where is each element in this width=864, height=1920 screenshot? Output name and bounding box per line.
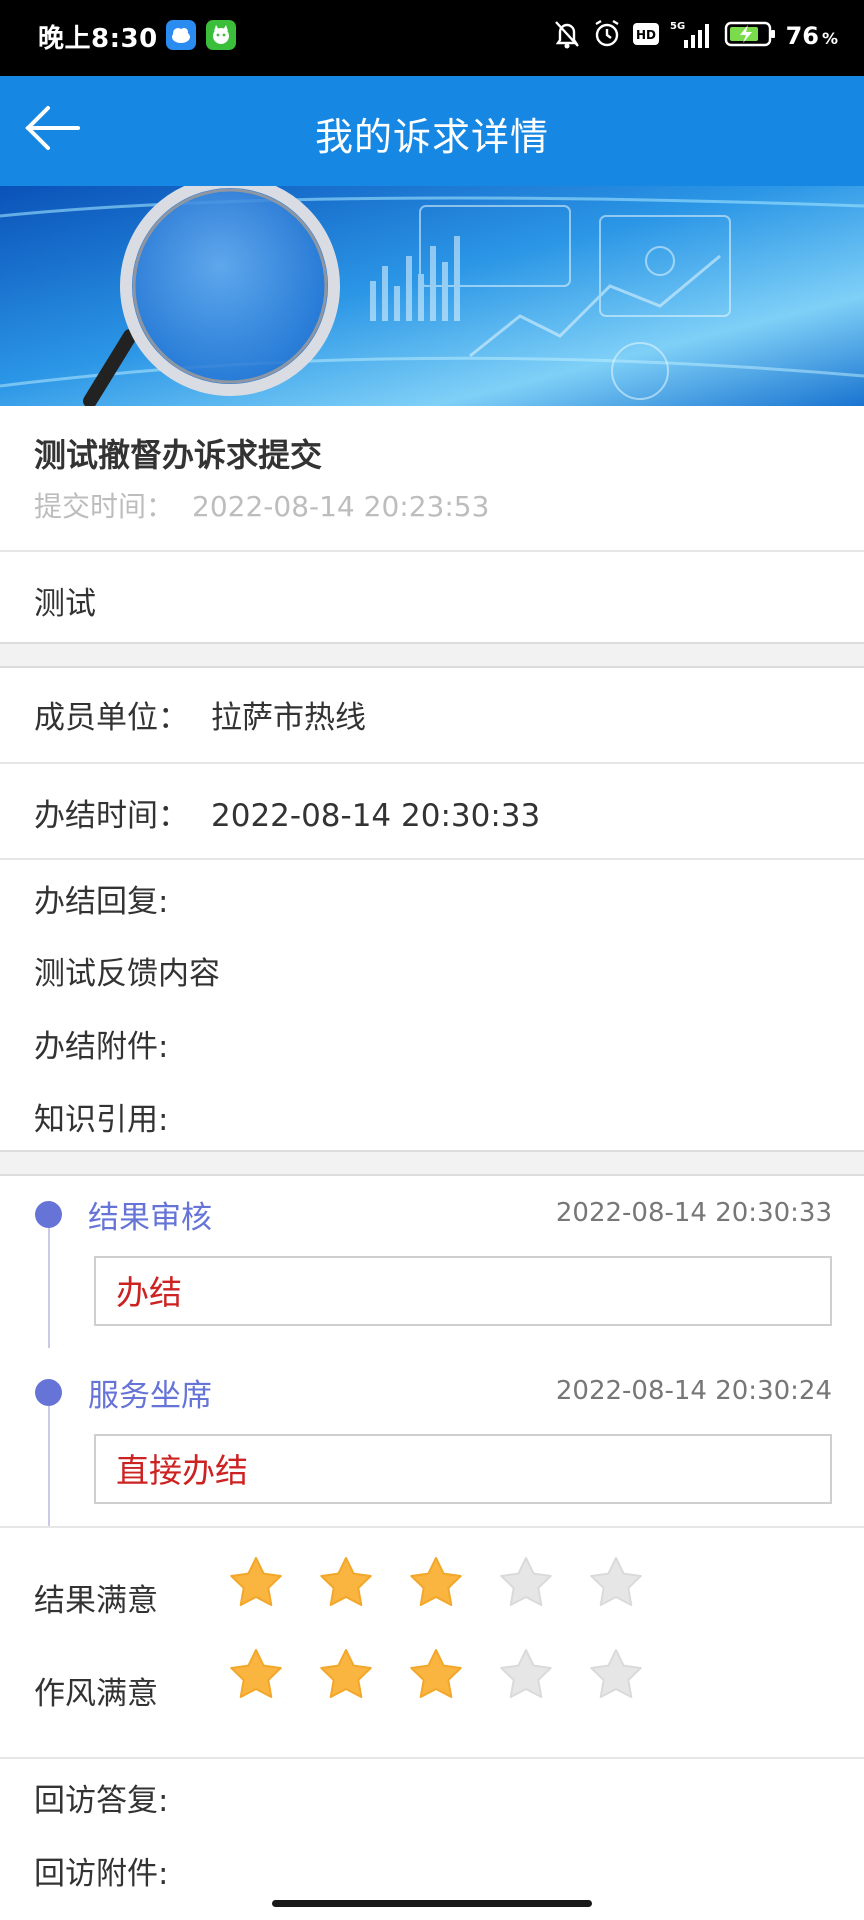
timeline-line xyxy=(48,1406,50,1526)
appeal-title: 测试撤督办诉求提交 xyxy=(34,436,323,474)
section-gap xyxy=(0,642,864,668)
star-filled-icon[interactable] xyxy=(316,1646,376,1706)
hd-icon: HD xyxy=(632,22,660,50)
divider xyxy=(0,1757,864,1759)
submit-time-label: 提交时间： xyxy=(34,490,175,523)
done-time-field: 办结时间： 2022-08-14 20:30:33 xyxy=(34,790,540,835)
svg-text:5G: 5G xyxy=(670,21,685,32)
divider xyxy=(0,550,864,552)
unit-field: 成员单位： 拉萨市热线 xyxy=(34,692,366,737)
svg-text:HD: HD xyxy=(636,28,656,42)
rating-label-result: 结果满意 xyxy=(34,1583,158,1619)
star-empty-icon[interactable] xyxy=(586,1646,646,1706)
home-indicator[interactable] xyxy=(272,1900,592,1907)
banner-image xyxy=(0,186,864,406)
rating-stars-style xyxy=(226,1646,646,1706)
star-filled-icon[interactable] xyxy=(316,1554,376,1614)
divider xyxy=(0,1526,864,1528)
knowledge-label: 知识引用: xyxy=(34,1102,169,1138)
star-filled-icon[interactable] xyxy=(226,1554,286,1614)
status-time: 晚上8:30 xyxy=(38,24,158,54)
timeline-line xyxy=(48,1228,50,1348)
divider xyxy=(0,858,864,860)
done-time-value: 2022-08-14 20:30:33 xyxy=(211,798,541,834)
star-filled-icon[interactable] xyxy=(226,1646,286,1706)
visit-reply-label: 回访答复: xyxy=(34,1783,169,1819)
app-bar: 我的诉求详情 xyxy=(0,76,864,186)
rating-label-style: 作风满意 xyxy=(34,1676,158,1712)
timeline-step-name: 服务坐席 xyxy=(88,1378,212,1414)
app-cloud-icon xyxy=(166,20,196,50)
rating-stars-result xyxy=(226,1554,646,1614)
timeline-action-box: 办结 xyxy=(94,1256,832,1326)
timeline-step-name: 结果审核 xyxy=(88,1200,212,1236)
mute-bell-icon xyxy=(552,18,582,54)
timeline-action: 办结 xyxy=(116,1273,182,1312)
app-cat-icon xyxy=(206,20,236,50)
divider xyxy=(0,762,864,764)
battery-percent: 76% xyxy=(785,22,838,50)
reply-label: 办结回复: xyxy=(34,884,169,920)
done-time-label: 办结时间： xyxy=(34,798,189,834)
star-filled-icon[interactable] xyxy=(406,1646,466,1706)
star-empty-icon[interactable] xyxy=(496,1646,556,1706)
status-bar: 晚上8:30 HD 5G 76% xyxy=(0,0,864,76)
status-icons: HD 5G 76% xyxy=(552,16,838,56)
appeal-content: 测试 xyxy=(34,586,96,622)
submit-time-value: 2022-08-14 20:23:53 xyxy=(192,490,490,523)
submit-time-row: 提交时间： 2022-08-14 20:23:53 xyxy=(34,485,489,525)
alarm-icon xyxy=(592,18,622,54)
timeline-step-time: 2022-08-14 20:30:33 xyxy=(555,1198,832,1228)
unit-label: 成员单位： xyxy=(34,700,189,736)
star-empty-icon[interactable] xyxy=(496,1554,556,1614)
timeline-dot xyxy=(35,1379,62,1406)
visit-attachment-label: 回访附件: xyxy=(34,1856,169,1892)
timeline-action: 直接办结 xyxy=(116,1451,248,1490)
unit-value: 拉萨市热线 xyxy=(211,700,366,736)
star-empty-icon[interactable] xyxy=(586,1554,646,1614)
timeline-dot xyxy=(35,1201,62,1228)
reply-value: 测试反馈内容 xyxy=(34,956,220,992)
page-title: 我的诉求详情 xyxy=(314,115,549,159)
attachment-label: 办结附件: xyxy=(34,1029,169,1065)
timeline-step-time: 2022-08-14 20:30:24 xyxy=(555,1376,832,1406)
5g-signal-icon: 5G xyxy=(670,18,714,54)
star-filled-icon[interactable] xyxy=(406,1554,466,1614)
section-gap xyxy=(0,1150,864,1176)
timeline-action-box: 直接办结 xyxy=(94,1434,832,1504)
battery-charging-icon xyxy=(724,20,776,52)
